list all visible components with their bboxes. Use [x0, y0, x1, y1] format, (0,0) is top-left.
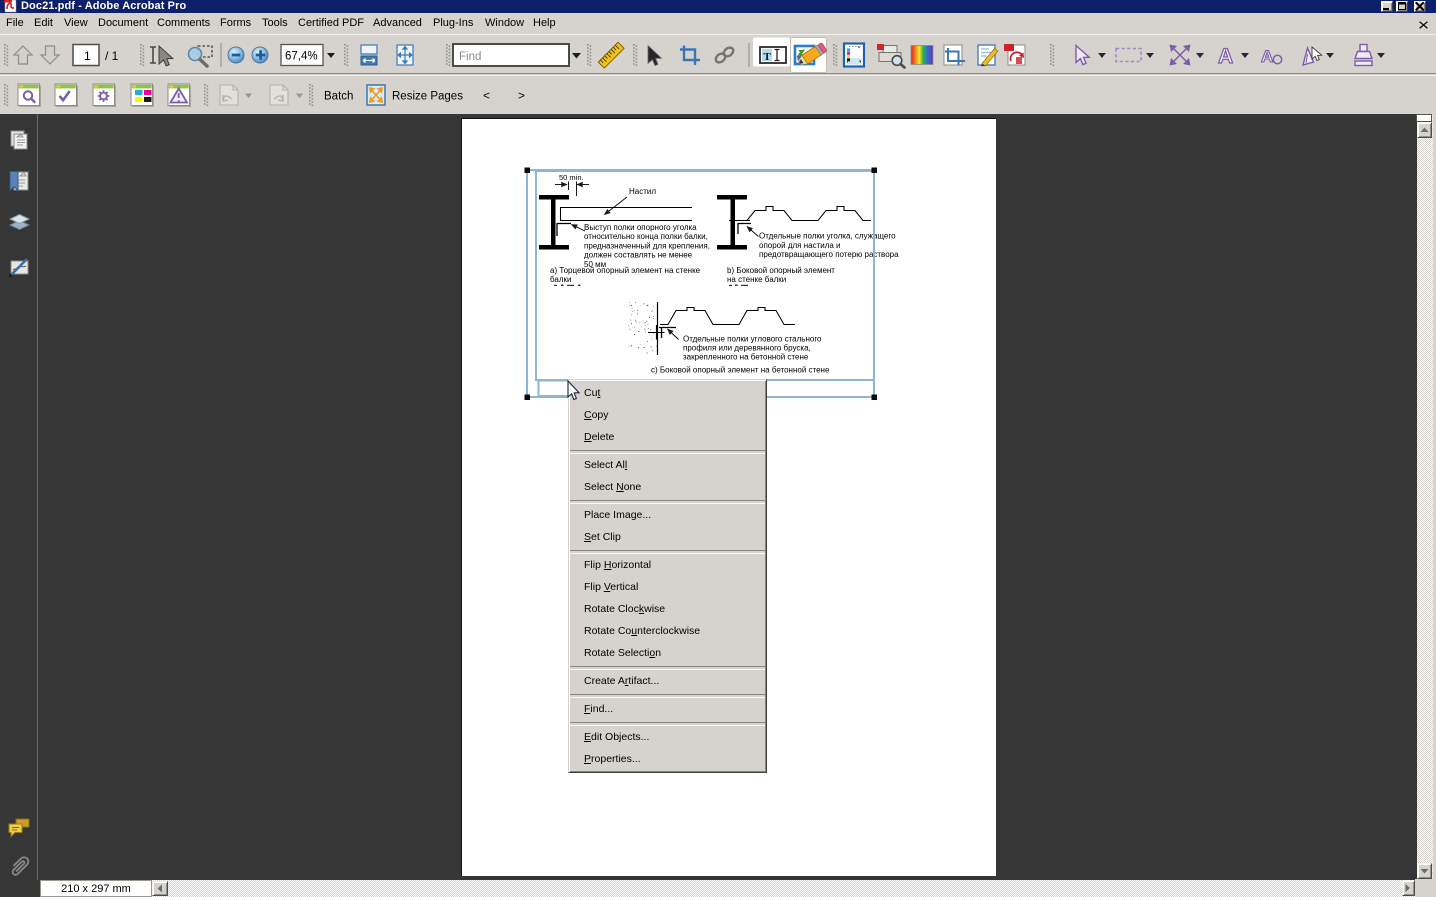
svg-text:b) Боковой опорный элемент: b) Боковой опорный элемент	[727, 266, 835, 275]
svg-text:на стенке балки: на стенке балки	[727, 275, 786, 284]
svg-text:/ 1: / 1	[105, 49, 119, 63]
svg-text:67,4%: 67,4%	[285, 51, 318, 63]
svg-text:50 min.: 50 min.	[559, 173, 584, 182]
svg-text:относительно конца полки балки: относительно конца полки балки,	[584, 232, 708, 241]
svg-text:профиля или деревянного бруска: профиля или деревянного бруска,	[683, 344, 811, 353]
svg-text:<: <	[483, 89, 490, 103]
svg-text:должен составлять не менее: должен составлять не менее	[584, 251, 693, 260]
svg-text:T: T	[764, 51, 772, 63]
svg-text:предназначенный для крепления,: предназначенный для крепления,	[584, 241, 710, 250]
svg-text:Find: Find	[459, 51, 481, 63]
svg-text:c) Боковой опорный элемент на: c) Боковой опорный элемент на бетонной с…	[651, 366, 830, 375]
svg-text:Выступ полки опорного уголка: Выступ полки опорного уголка	[584, 223, 697, 232]
svg-text:Отдельные полки углового сталь: Отдельные полки углового стального	[683, 334, 822, 343]
svg-text:опорой для настила и: опорой для настила и	[759, 241, 841, 250]
svg-text:A: A	[1261, 47, 1273, 66]
svg-text:закрепленного на бетонной стен: закрепленного на бетонной стене	[683, 353, 809, 362]
svg-text:Настил: Настил	[629, 187, 656, 196]
svg-text:Отдельные полки уголка, служащ: Отдельные полки уголка, служащего	[759, 232, 896, 241]
svg-text:Batch: Batch	[324, 91, 353, 103]
svg-text:Resize Pages: Resize Pages	[392, 91, 463, 103]
svg-text:>: >	[518, 89, 525, 103]
svg-text:1: 1	[84, 49, 91, 63]
svg-text:A: A	[1218, 45, 1233, 68]
svg-text:балки: балки	[550, 275, 571, 284]
svg-text:a) Торцевой опорный элемент на: a) Торцевой опорный элемент на стенке	[550, 266, 701, 275]
svg-text:предотвращающего потерю раство: предотвращающего потерю раствора	[759, 250, 899, 259]
